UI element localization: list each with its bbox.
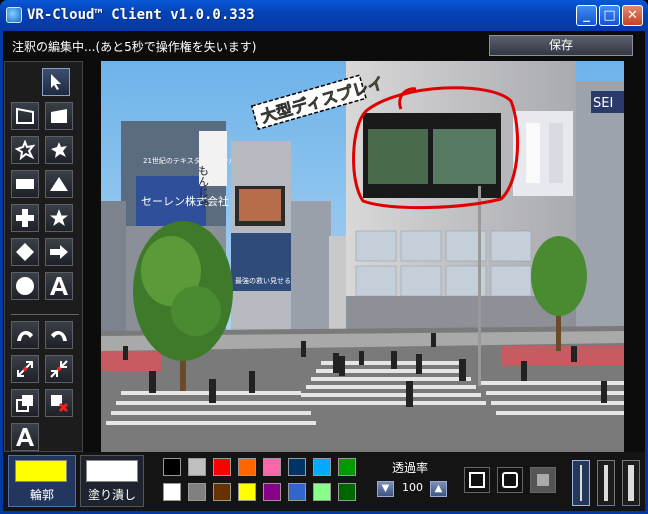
color-swatch[interactable]	[313, 483, 331, 501]
fill-color-box[interactable]	[86, 460, 138, 482]
color-swatch[interactable]	[313, 458, 331, 476]
bring-front-icon[interactable]	[11, 389, 39, 417]
3d-viewport[interactable]: 21世紀のテキスタイルカンパニーへ セーレン株式会社 もんじゃ 最強の救い見せる	[101, 61, 624, 452]
select-arrow-icon[interactable]	[42, 68, 70, 96]
diamond-icon[interactable]	[11, 238, 39, 266]
color-swatch[interactable]	[213, 483, 231, 501]
perspective-outline-icon[interactable]	[11, 102, 39, 130]
color-swatch[interactable]	[263, 458, 281, 476]
title-bar: VR-Cloud™ Client v1.0.0.333 _ □ ✕	[0, 0, 648, 31]
close-icon: ✕	[627, 8, 638, 23]
curve-right-icon[interactable]	[45, 321, 73, 349]
close-button[interactable]: ✕	[622, 5, 643, 26]
outline-color-box[interactable]	[15, 460, 67, 482]
opacity-increase-button[interactable]: ▲	[430, 481, 447, 497]
triangle-icon[interactable]	[45, 170, 73, 198]
circle-icon[interactable]	[11, 272, 39, 300]
text-small-icon[interactable]	[11, 423, 39, 451]
square-filled-icon	[537, 474, 549, 486]
window-title: VR-Cloud™ Client v1.0.0.333	[27, 7, 255, 23]
scale-shrink-icon[interactable]	[45, 355, 73, 383]
line-thin-icon	[580, 465, 582, 501]
color-swatch[interactable]	[238, 458, 256, 476]
line-width-thick-button[interactable]	[622, 460, 640, 506]
square-outline-icon	[469, 472, 485, 488]
cross-icon[interactable]	[11, 204, 39, 232]
chevron-down-icon: ▼	[381, 483, 390, 494]
fill-label: 塗り潰し	[87, 488, 136, 502]
annotation-toolbar	[4, 61, 83, 452]
color-swatch[interactable]	[188, 483, 206, 501]
opacity-value: 100	[402, 481, 423, 494]
star-icon[interactable]	[45, 204, 73, 232]
line-medium-icon	[604, 465, 608, 501]
text-icon[interactable]	[45, 272, 73, 300]
billboard-left-text: セーレン株式会社	[141, 194, 229, 208]
color-swatch[interactable]	[338, 458, 356, 476]
toolbar-divider	[11, 314, 79, 315]
color-swatch[interactable]	[163, 458, 181, 476]
save-button[interactable]: 保存	[489, 35, 633, 56]
sign-monja: もんじゃ	[197, 165, 210, 209]
poster-text: 最強の救い見せる	[235, 276, 291, 285]
delete-icon[interactable]	[45, 389, 73, 417]
color-swatch[interactable]	[288, 483, 306, 501]
minimize-icon: _	[583, 8, 590, 23]
chevron-up-icon: ▲	[434, 483, 443, 494]
color-swatch[interactable]	[238, 483, 256, 501]
opacity-decrease-button[interactable]: ▼	[377, 481, 394, 497]
perspective-filled-icon[interactable]	[45, 102, 73, 130]
outline-label: 輪郭	[29, 488, 54, 502]
line-thick-icon	[628, 465, 634, 501]
star-burst-outline-icon[interactable]	[11, 136, 39, 164]
maximize-icon: □	[603, 8, 616, 23]
shape-rounded-button[interactable]	[497, 467, 523, 493]
color-swatch[interactable]	[288, 458, 306, 476]
arrow-right-icon[interactable]	[45, 238, 73, 266]
rounded-square-icon	[502, 472, 518, 488]
rectangle-icon[interactable]	[11, 170, 39, 198]
star-burst-filled-icon[interactable]	[45, 136, 73, 164]
shape-square-button[interactable]	[464, 467, 490, 493]
color-swatch[interactable]	[263, 483, 281, 501]
city-scene: 21世紀のテキスタイルカンパニーへ セーレン株式会社 もんじゃ 最強の救い見せる	[101, 61, 624, 452]
color-swatch[interactable]	[213, 458, 231, 476]
shape-filled-button[interactable]	[530, 467, 556, 493]
line-width-medium-button[interactable]	[597, 460, 615, 506]
color-swatch[interactable]	[338, 483, 356, 501]
maximize-button[interactable]: □	[599, 5, 620, 26]
line-width-thin-button[interactable]	[572, 460, 590, 506]
color-swatch[interactable]	[188, 458, 206, 476]
edit-status-text: 注釈の編集中...(あと5秒で操作権を失います)	[12, 40, 257, 54]
minimize-button[interactable]: _	[576, 5, 597, 26]
sign-right: SEI	[593, 96, 613, 111]
curve-left-icon[interactable]	[11, 321, 39, 349]
app-icon	[6, 7, 22, 23]
scale-expand-icon[interactable]	[11, 355, 39, 383]
color-swatch[interactable]	[163, 483, 181, 501]
opacity-label: 透過率	[392, 461, 429, 475]
